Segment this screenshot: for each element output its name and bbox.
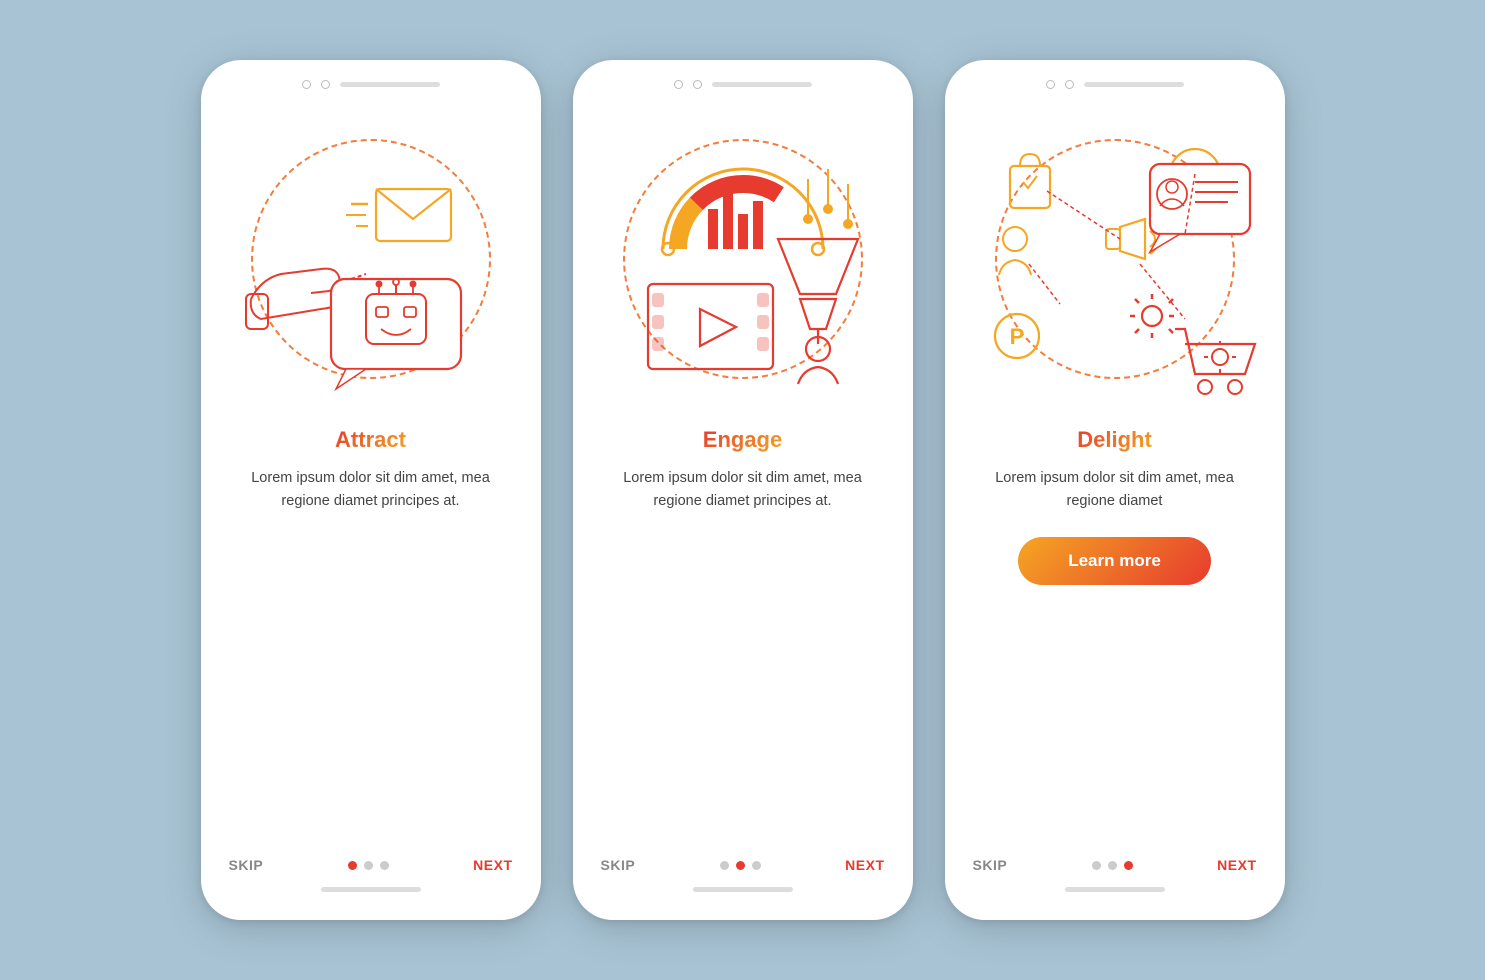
delight-illustration: $ P — [965, 109, 1265, 409]
attract-description: Lorem ipsum dolor sit dim amet, mea regi… — [229, 467, 513, 513]
screens-container: Attract Lorem ipsum dolor sit dim amet, … — [201, 60, 1285, 920]
attract-next[interactable]: NEXT — [473, 857, 512, 873]
phone-card-engage: Engage Lorem ipsum dolor sit dim amet, m… — [573, 60, 913, 920]
delight-phone-status-bar — [945, 60, 1285, 99]
svg-text:P: P — [1009, 324, 1024, 349]
attract-dots — [348, 861, 389, 870]
engage-dots — [720, 861, 761, 870]
delight-svg: $ P — [965, 109, 1265, 409]
delight-status-bar-line — [1084, 82, 1184, 87]
delight-dot-2 — [1108, 861, 1117, 870]
delight-content: Delight Lorem ipsum dolor sit dim amet, … — [945, 409, 1285, 847]
delight-dot-3 — [1124, 861, 1133, 870]
attract-content: Attract Lorem ipsum dolor sit dim amet, … — [201, 409, 541, 847]
delight-title: Delight — [1077, 427, 1152, 453]
engage-next[interactable]: NEXT — [845, 857, 884, 873]
engage-illustration — [593, 109, 893, 409]
engage-status-dot-1 — [674, 80, 683, 89]
engage-dot-3 — [752, 861, 761, 870]
engage-title: Engage — [703, 427, 782, 453]
delight-dot-1 — [1092, 861, 1101, 870]
engage-status-bar-line — [712, 82, 812, 87]
delight-next[interactable]: NEXT — [1217, 857, 1256, 873]
attract-title: Attract — [335, 427, 406, 453]
status-bar-line — [340, 82, 440, 87]
delight-status-dot-2 — [1065, 80, 1074, 89]
attract-svg — [221, 109, 521, 409]
engage-description: Lorem ipsum dolor sit dim amet, mea regi… — [601, 467, 885, 513]
status-dot-2 — [321, 80, 330, 89]
status-dot-1 — [302, 80, 311, 89]
delight-skip[interactable]: SKIP — [973, 857, 1008, 873]
engage-status-dot-2 — [693, 80, 702, 89]
attract-dot-2 — [364, 861, 373, 870]
attract-bottom-bar — [321, 887, 421, 892]
attract-dot-3 — [380, 861, 389, 870]
delight-description: Lorem ipsum dolor sit dim amet, mea regi… — [973, 467, 1257, 513]
engage-bottom-bar — [693, 887, 793, 892]
engage-nav: SKIP NEXT — [573, 847, 913, 873]
learn-more-button[interactable]: Learn more — [1018, 537, 1211, 585]
attract-nav: SKIP NEXT — [201, 847, 541, 873]
delight-nav: SKIP NEXT — [945, 847, 1285, 873]
delight-status-dot-1 — [1046, 80, 1055, 89]
engage-svg — [593, 109, 893, 409]
engage-skip[interactable]: SKIP — [601, 857, 636, 873]
phone-status-bar — [201, 60, 541, 99]
engage-content: Engage Lorem ipsum dolor sit dim amet, m… — [573, 409, 913, 847]
delight-bottom-bar — [1065, 887, 1165, 892]
phone-card-delight: $ P — [945, 60, 1285, 920]
delight-dots — [1092, 861, 1133, 870]
phone-card-attract: Attract Lorem ipsum dolor sit dim amet, … — [201, 60, 541, 920]
attract-dot-1 — [348, 861, 357, 870]
engage-phone-status-bar — [573, 60, 913, 99]
engage-dot-2 — [736, 861, 745, 870]
attract-skip[interactable]: SKIP — [229, 857, 264, 873]
attract-illustration — [221, 109, 521, 409]
engage-dot-1 — [720, 861, 729, 870]
